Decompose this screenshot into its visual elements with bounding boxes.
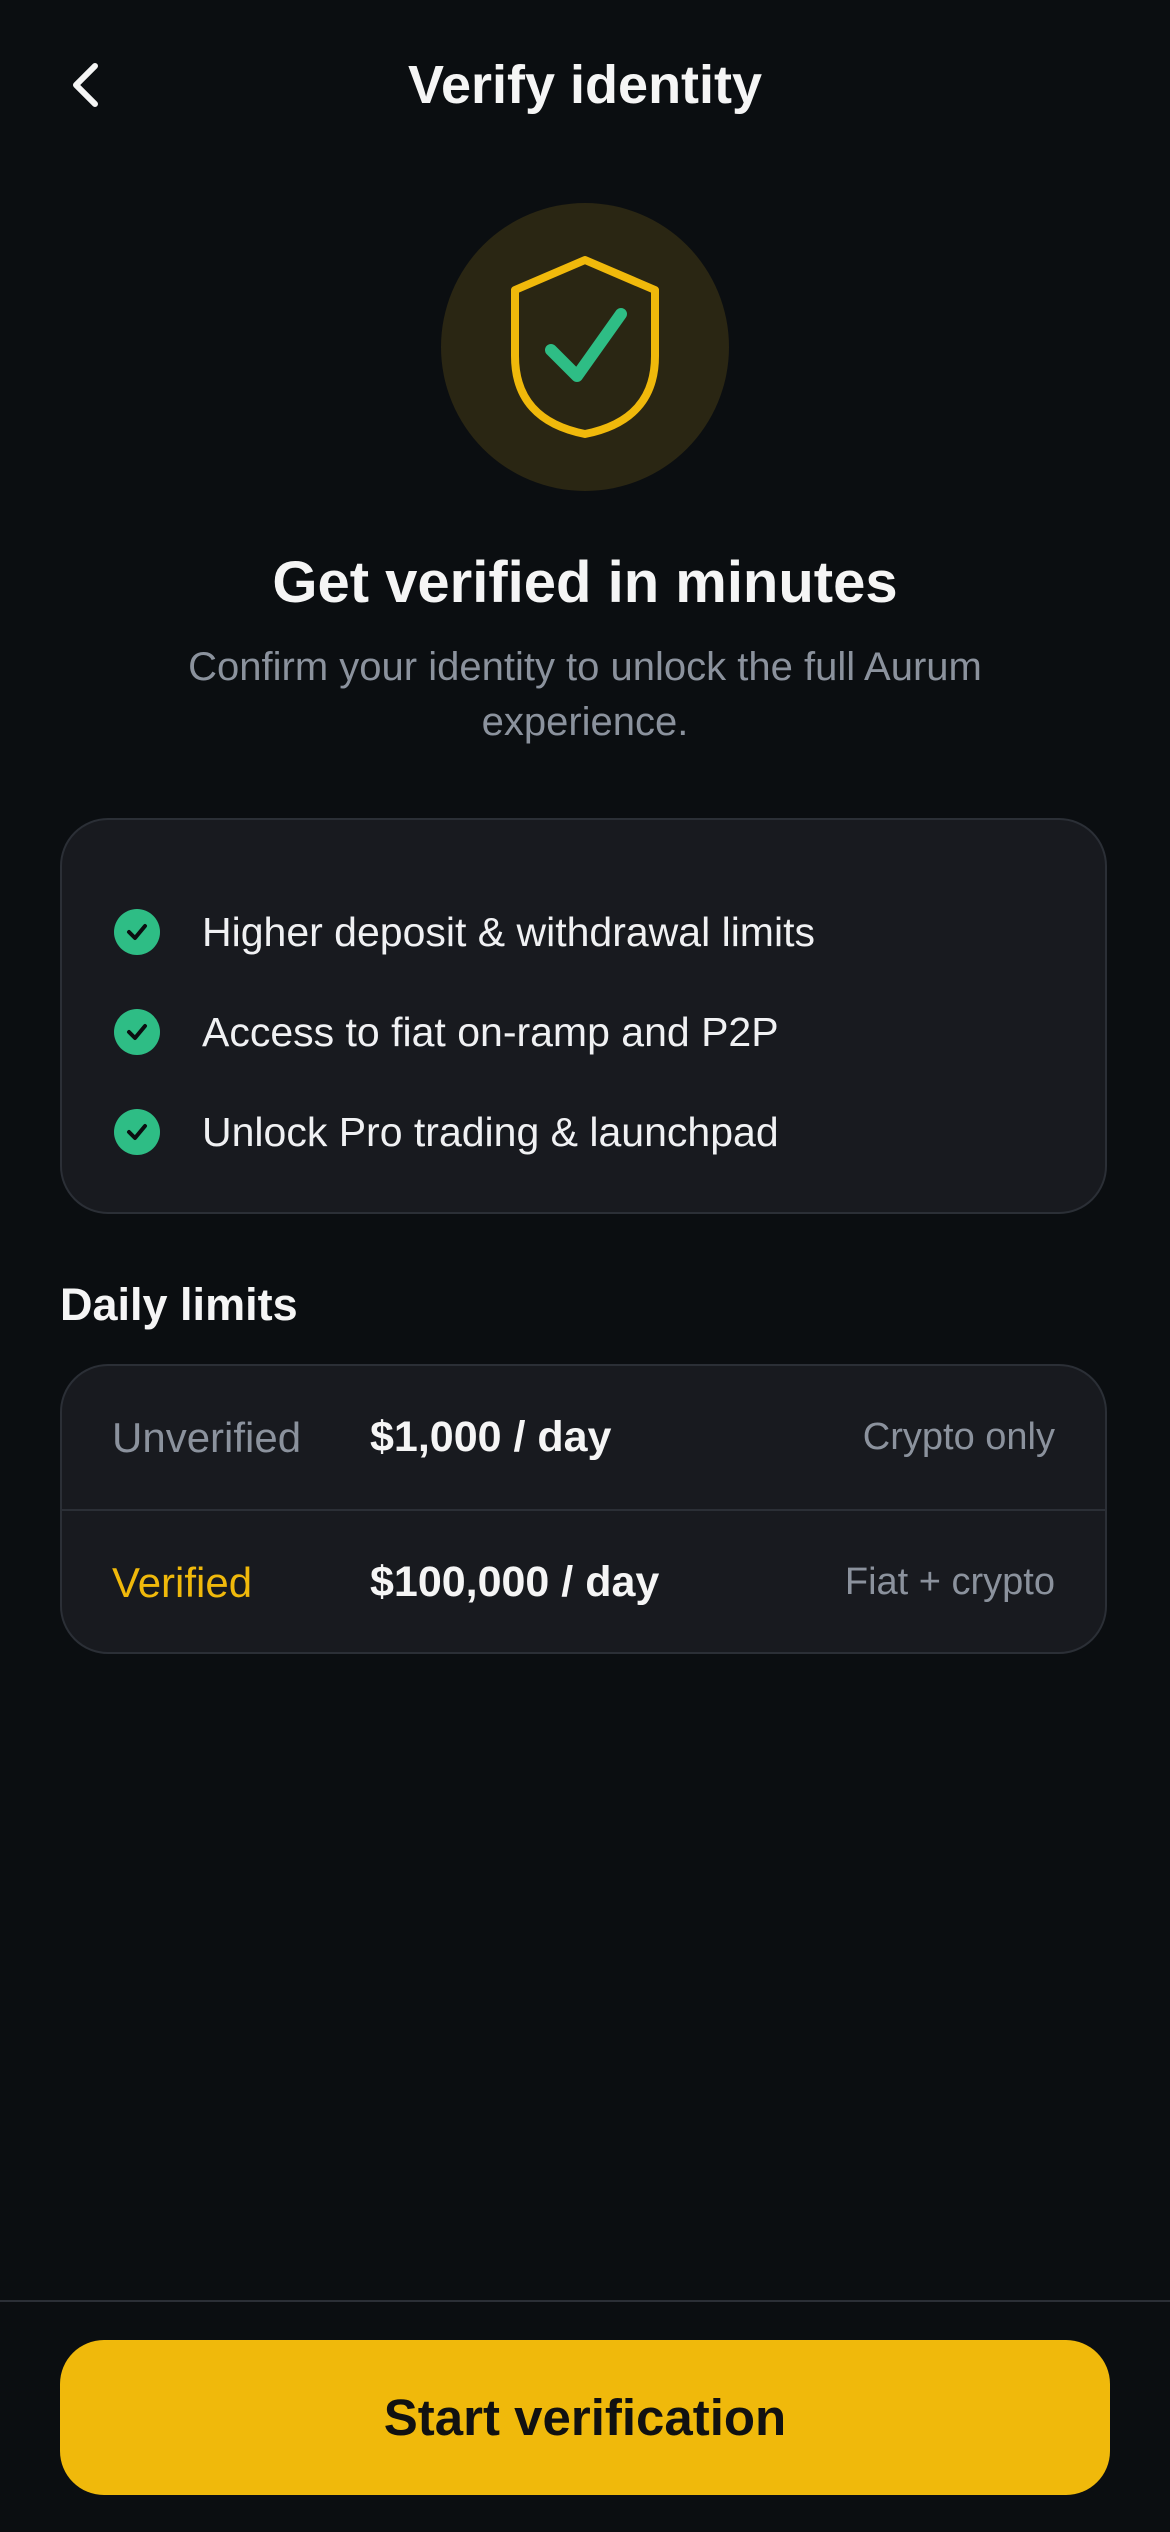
tier-label: Verified — [112, 1558, 253, 1606]
limit-row-verified: Verified $100,000 / day Fiat + crypto — [62, 1509, 1105, 1652]
page-title: Verify identity — [407, 55, 763, 115]
bottom-divider — [0, 2300, 1170, 2302]
check-circle-icon — [114, 909, 160, 955]
benefit-label: Unlock Pro trading & launchpad — [202, 1108, 779, 1155]
limit-amount: $1,000 / day — [370, 1413, 612, 1461]
tier-label: Unverified — [112, 1413, 302, 1461]
limits-table: Unverified $1,000 / day Crypto only Veri… — [60, 1364, 1107, 1654]
limit-amount: $100,000 / day — [370, 1558, 660, 1606]
check-circle-icon — [114, 1109, 160, 1155]
shield-check-icon — [511, 256, 659, 438]
limit-scope: Fiat + crypto — [844, 1561, 1055, 1603]
benefit-item: Higher deposit & withdrawal limits — [62, 882, 1105, 982]
benefit-item: Unlock Pro trading & launchpad — [62, 1082, 1105, 1182]
check-circle-icon — [114, 1009, 160, 1055]
app-header: Verify identity — [0, 0, 1170, 170]
daily-limits-title: Daily limits — [60, 1279, 298, 1330]
headline: Get verified in minutes — [272, 550, 898, 615]
benefit-label: Access to fiat on-ramp and P2P — [202, 1008, 779, 1055]
limit-row-unverified: Unverified $1,000 / day Crypto only — [62, 1366, 1105, 1509]
benefits-card: Higher deposit & withdrawal limits Acces… — [60, 818, 1107, 1214]
limit-scope: Crypto only — [862, 1416, 1055, 1458]
benefit-item: Access to fiat on-ramp and P2P — [62, 982, 1105, 1082]
benefit-label: Higher deposit & withdrawal limits — [202, 908, 815, 955]
hero-badge — [441, 203, 729, 491]
subtext: Confirm your identity to unlock the full… — [188, 645, 982, 744]
start-verification-button[interactable]: Start verification — [60, 2340, 1110, 2495]
